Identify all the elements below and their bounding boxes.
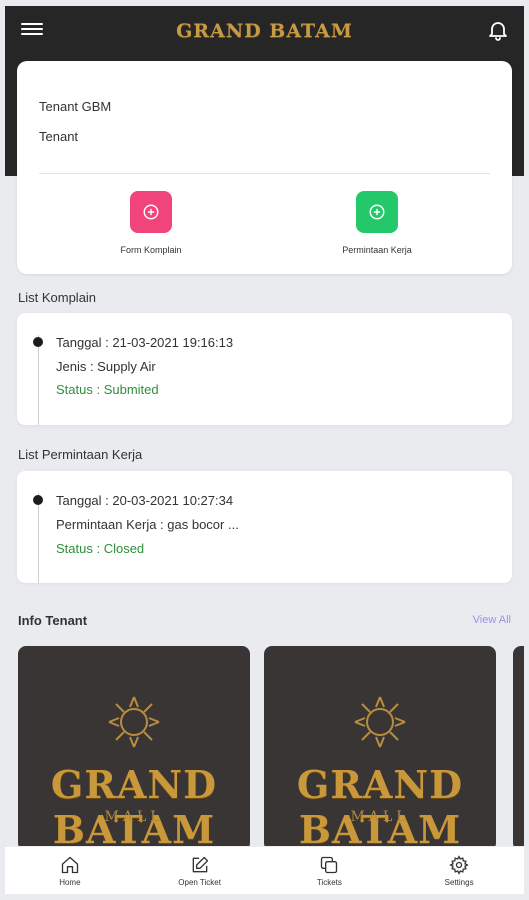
bottom-navigation: Home Open Ticket Tickets Settings bbox=[5, 846, 524, 894]
permintaan-detail: Permintaan Kerja : gas bocor ... bbox=[56, 517, 239, 532]
list-permintaan-title: List Permintaan Kerja bbox=[18, 447, 143, 462]
permintaan-kerja-icon-box bbox=[356, 191, 398, 233]
profile-card: Tenant GBM Tenant Form Komplain Perminta… bbox=[17, 61, 512, 274]
hamburger-menu-icon[interactable] bbox=[21, 20, 43, 40]
timeline-line bbox=[38, 335, 39, 425]
form-komplain-icon-box bbox=[130, 191, 172, 233]
edit-icon bbox=[192, 856, 208, 872]
tenant-info-card-peek[interactable] bbox=[513, 646, 524, 851]
permintaan-kerja-label: Permintaan Kerja bbox=[342, 245, 412, 255]
timeline-line bbox=[38, 493, 39, 583]
tenant-info-card[interactable]: GRAND BATAM MALL bbox=[18, 646, 250, 851]
mall-emblem-icon bbox=[354, 696, 406, 748]
form-komplain-label: Form Komplain bbox=[120, 245, 182, 255]
bell-icon[interactable] bbox=[486, 18, 510, 42]
nav-home-label: Home bbox=[59, 877, 81, 887]
divider bbox=[39, 173, 490, 174]
tenant-card-brand: GRAND BATAM bbox=[50, 762, 218, 851]
tenant-card-brand: GRAND BATAM bbox=[296, 762, 464, 851]
home-icon bbox=[61, 856, 79, 873]
nav-tickets-label: Tickets bbox=[316, 877, 342, 887]
tenant-role: Tenant bbox=[39, 129, 79, 144]
permintaan-status: Status : Closed bbox=[56, 541, 145, 556]
nav-settings-label: Settings bbox=[444, 877, 474, 887]
form-komplain-button[interactable]: Form Komplain bbox=[91, 191, 211, 255]
copy-icon bbox=[321, 856, 338, 873]
app-logo: GRAND BATAM bbox=[176, 20, 353, 42]
permintaan-list-item[interactable]: Tanggal : 20-03-2021 10:27:34 Permintaan… bbox=[17, 471, 512, 583]
komplain-status: Status : Submited bbox=[56, 382, 159, 397]
mall-emblem-icon bbox=[108, 696, 160, 748]
app-screen: GRAND BATAM Tenant GBM Tenant Form Kompl… bbox=[5, 6, 524, 894]
gear-icon bbox=[449, 854, 469, 875]
list-komplain-title: List Komplain bbox=[18, 290, 97, 305]
permintaan-kerja-button[interactable]: Permintaan Kerja bbox=[317, 191, 437, 255]
nav-open-ticket-label: Open Ticket bbox=[178, 877, 221, 887]
top-bar: GRAND BATAM bbox=[5, 6, 524, 56]
permintaan-tanggal: Tanggal : 20-03-2021 10:27:34 bbox=[56, 493, 234, 508]
nav-home[interactable]: Home bbox=[10, 855, 130, 887]
tenant-card-sub: MALL bbox=[350, 809, 410, 825]
plus-circle-icon bbox=[369, 204, 385, 220]
tenant-name: Tenant GBM bbox=[39, 99, 112, 114]
timeline-dot bbox=[33, 495, 43, 505]
timeline-dot bbox=[33, 337, 43, 347]
komplain-tanggal: Tanggal : 21-03-2021 19:16:13 bbox=[56, 335, 234, 350]
plus-circle-icon bbox=[143, 204, 159, 220]
nav-open-ticket[interactable]: Open Ticket bbox=[140, 855, 260, 887]
tenant-info-card[interactable]: GRAND BATAM MALL bbox=[264, 646, 496, 851]
view-all-link[interactable]: View All bbox=[473, 614, 511, 626]
info-tenant-title: Info Tenant bbox=[18, 613, 88, 628]
tenant-card-sub: MALL bbox=[104, 809, 164, 825]
nav-settings[interactable]: Settings bbox=[399, 854, 519, 887]
komplain-jenis: Jenis : Supply Air bbox=[56, 359, 156, 374]
komplain-list-item[interactable]: Tanggal : 21-03-2021 19:16:13 Jenis : Su… bbox=[17, 313, 512, 425]
nav-tickets[interactable]: Tickets bbox=[269, 855, 389, 887]
